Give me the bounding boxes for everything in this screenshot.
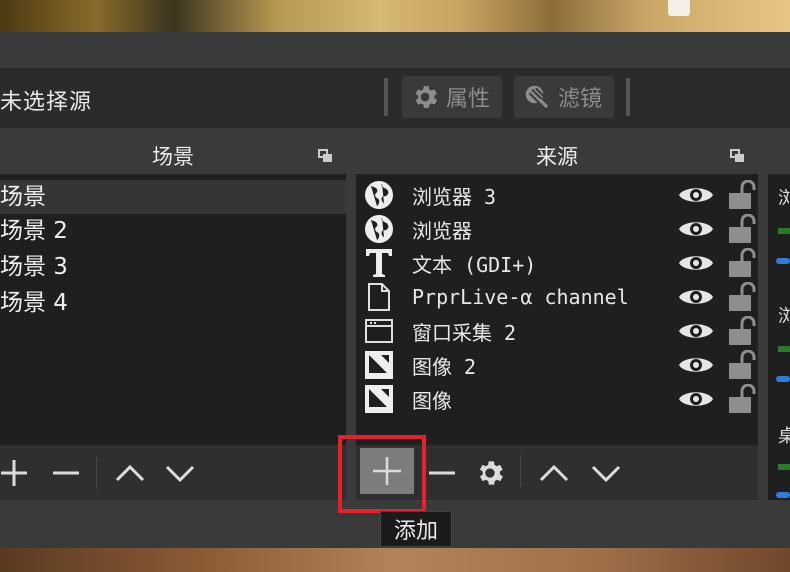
- visibility-eye-icon[interactable]: [678, 251, 714, 275]
- no-source-selected-label: 未选择源: [0, 90, 93, 115]
- source-item[interactable]: 浏览器 3: [356, 178, 766, 212]
- visibility-eye-icon[interactable]: [678, 217, 714, 241]
- filters-button[interactable]: 滤镜: [514, 76, 614, 118]
- scenes-title: 场景: [152, 145, 194, 169]
- source-name: 文本 (GDI+): [412, 252, 537, 277]
- volume-meter: [778, 228, 790, 234]
- filters-label: 滤镜: [558, 87, 603, 112]
- scene-item[interactable]: 场景 4: [0, 286, 346, 320]
- properties-button[interactable]: 属性: [402, 76, 502, 118]
- move-scene-down-button[interactable]: [162, 455, 198, 491]
- source-item[interactable]: 文本 (GDI+): [356, 246, 766, 280]
- volume-slider[interactable]: [776, 492, 790, 498]
- footer-separator: [96, 457, 97, 489]
- properties-label: 属性: [446, 87, 491, 112]
- chevron-up-icon: [539, 464, 569, 482]
- preview-handle: [668, 0, 690, 16]
- add-scene-button[interactable]: [0, 455, 32, 491]
- source-properties-button[interactable]: [472, 455, 508, 491]
- footer-separator: [520, 455, 521, 487]
- source-toolbar: 未选择源 属性 滤镜: [0, 68, 790, 128]
- mixer-header: [768, 138, 790, 174]
- mixer-track-name: 浏: [778, 188, 790, 209]
- add-tooltip: 添加: [380, 511, 452, 547]
- lock-icon[interactable]: [728, 248, 756, 278]
- preview-area: [0, 0, 790, 32]
- text-icon: [362, 246, 396, 280]
- visibility-eye-icon[interactable]: [678, 353, 714, 377]
- mixer-track-name: 浏: [778, 306, 790, 327]
- source-name: 图像 2: [412, 354, 477, 379]
- source-item[interactable]: PrprLive-α channel: [356, 280, 766, 314]
- move-source-up-button[interactable]: [536, 455, 572, 491]
- lock-icon[interactable]: [728, 350, 756, 380]
- plus-icon: [1, 460, 27, 486]
- chevron-up-icon: [115, 464, 145, 482]
- file-icon: [362, 280, 396, 314]
- source-name: 浏览器: [412, 218, 472, 243]
- image-icon: [362, 382, 396, 416]
- volume-meter: [778, 464, 790, 470]
- visibility-eye-icon[interactable]: [678, 183, 714, 207]
- chevron-down-icon: [591, 465, 621, 483]
- undock-icon[interactable]: [730, 149, 744, 162]
- lock-icon[interactable]: [728, 384, 756, 414]
- mixer-track-name: 桌: [778, 426, 790, 447]
- remove-source-button[interactable]: [424, 455, 460, 491]
- toolbar-separator: [384, 78, 388, 116]
- visibility-eye-icon[interactable]: [678, 319, 714, 343]
- lock-icon[interactable]: [728, 180, 756, 210]
- background-strip: [0, 548, 790, 572]
- source-item[interactable]: 窗口采集 2: [356, 314, 766, 348]
- move-scene-up-button[interactable]: [112, 455, 148, 491]
- minus-icon: [429, 471, 455, 475]
- lock-icon[interactable]: [728, 214, 756, 244]
- undock-icon[interactable]: [318, 149, 332, 162]
- source-name: 浏览器 3: [412, 184, 497, 209]
- gear-icon: [415, 86, 438, 108]
- move-source-down-button[interactable]: [588, 455, 624, 491]
- scenes-panel: 场景 场景 场景 2 场景 3 场景 4: [0, 138, 346, 500]
- image-icon: [362, 348, 396, 382]
- minus-icon: [53, 471, 79, 475]
- source-item[interactable]: 浏览器: [356, 212, 766, 246]
- remove-scene-button[interactable]: [48, 455, 84, 491]
- source-name: 窗口采集 2: [412, 320, 517, 345]
- visibility-eye-icon[interactable]: [678, 387, 714, 411]
- gear-icon: [479, 461, 503, 485]
- add-button-highlight: [338, 435, 426, 513]
- volume-slider[interactable]: [776, 376, 790, 382]
- window-icon: [362, 314, 396, 348]
- visibility-eye-icon[interactable]: [678, 285, 714, 309]
- sources-header: 来源: [356, 138, 758, 174]
- sources-title: 来源: [536, 145, 578, 169]
- source-item[interactable]: 图像: [356, 382, 766, 416]
- volume-meter: [778, 346, 790, 352]
- scene-item[interactable]: 场景 2: [0, 214, 346, 248]
- lock-icon[interactable]: [728, 282, 756, 312]
- globe-icon: [362, 212, 396, 246]
- scene-item[interactable]: 场景 3: [0, 250, 346, 284]
- filter-icon: [525, 85, 549, 109]
- scene-item[interactable]: 场景: [0, 180, 346, 214]
- chevron-down-icon: [165, 465, 195, 483]
- volume-slider[interactable]: [776, 258, 790, 264]
- scenes-header: 场景: [0, 138, 346, 174]
- globe-icon: [362, 178, 396, 212]
- toolbar-separator: [626, 78, 630, 116]
- scenes-footer: [0, 445, 346, 500]
- audio-mixer-panel: 浏 浏 桌: [768, 138, 790, 500]
- source-name: 图像: [412, 388, 452, 413]
- source-item[interactable]: 图像 2: [356, 348, 766, 382]
- source-name: PrprLive-α channel: [412, 285, 629, 309]
- lock-icon[interactable]: [728, 316, 756, 346]
